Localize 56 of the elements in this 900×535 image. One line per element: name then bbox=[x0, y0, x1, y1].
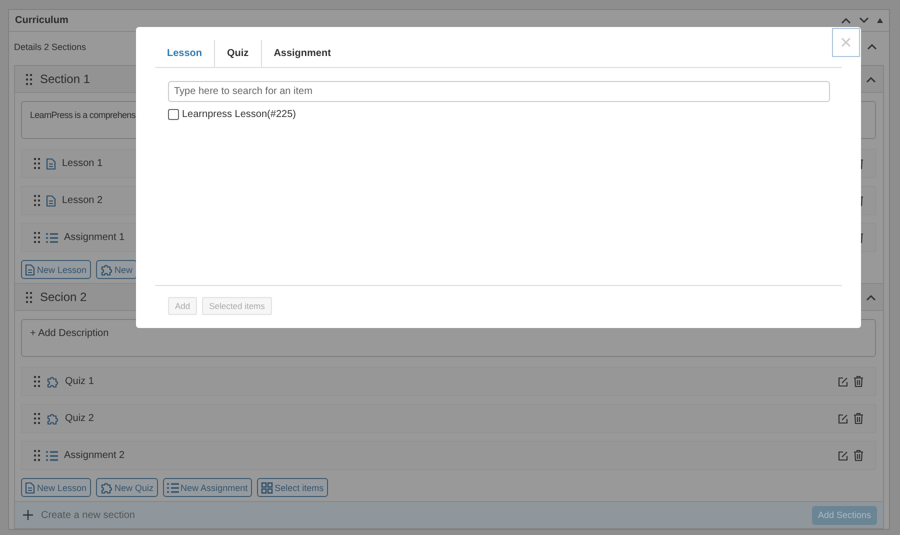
edit-icon[interactable] bbox=[838, 450, 848, 460]
drag-handle-icon[interactable] bbox=[34, 195, 40, 206]
triangle-up-icon[interactable] bbox=[877, 18, 883, 24]
list-icon bbox=[46, 450, 58, 460]
drag-handle-icon[interactable] bbox=[34, 413, 40, 424]
sections-summary: Details 2 Sections bbox=[14, 42, 86, 52]
trash-icon[interactable] bbox=[854, 450, 863, 461]
chevron-down-icon[interactable] bbox=[859, 17, 869, 24]
item-title[interactable]: Quiz 1 bbox=[65, 376, 94, 387]
document-icon bbox=[25, 264, 35, 276]
drag-handle-icon[interactable] bbox=[34, 376, 40, 387]
document-icon bbox=[46, 158, 56, 170]
section-title[interactable]: Section 1 bbox=[40, 72, 90, 86]
tab[interactable]: Assignment bbox=[262, 40, 343, 67]
add-item-button[interactable]: New Lesson bbox=[21, 478, 91, 497]
plus-icon bbox=[23, 510, 33, 520]
chevron-up-icon[interactable] bbox=[841, 17, 851, 24]
item-title[interactable]: Lesson 2 bbox=[62, 195, 103, 206]
drag-handle-icon[interactable] bbox=[34, 450, 40, 461]
search-field[interactable]: Type here to search for an item bbox=[168, 81, 830, 102]
item-title[interactable]: Assignment 1 bbox=[64, 232, 125, 243]
add-item-button[interactable]: New Quiz bbox=[96, 478, 158, 497]
section-title[interactable]: Secion 2 bbox=[40, 290, 87, 304]
document-icon bbox=[46, 194, 56, 206]
tab[interactable]: Lesson bbox=[155, 40, 216, 67]
add-item-button[interactable]: New bbox=[96, 260, 137, 279]
result-label[interactable]: Learnpress Lesson(#225) bbox=[182, 109, 296, 120]
document-icon bbox=[25, 482, 35, 494]
drag-handle-icon[interactable] bbox=[34, 158, 40, 169]
puzzle-icon bbox=[100, 481, 113, 494]
edit-icon[interactable] bbox=[838, 376, 848, 386]
checkbox[interactable] bbox=[168, 109, 179, 120]
list-icon bbox=[46, 232, 58, 242]
puzzle-icon bbox=[46, 375, 59, 388]
list-icon bbox=[166, 482, 179, 492]
add-item-button[interactable]: New Assignment bbox=[162, 478, 252, 497]
chevron-up-icon[interactable] bbox=[866, 294, 876, 300]
puzzle-icon bbox=[46, 412, 59, 425]
add-item-button[interactable]: Select items bbox=[256, 478, 328, 497]
add-item-button[interactable]: New Lesson bbox=[21, 260, 91, 279]
puzzle-icon bbox=[100, 263, 113, 276]
trash-icon[interactable] bbox=[854, 413, 863, 424]
edit-icon[interactable] bbox=[838, 414, 848, 424]
item-title[interactable]: Lesson 1 bbox=[62, 158, 103, 169]
drag-handle-icon[interactable] bbox=[26, 74, 32, 84]
drag-handle-icon[interactable] bbox=[34, 232, 40, 243]
panel-title: Curriculum bbox=[15, 15, 68, 26]
grid-icon bbox=[260, 482, 273, 494]
item-title[interactable]: Assignment 2 bbox=[64, 450, 125, 461]
trash-icon[interactable] bbox=[854, 376, 863, 387]
tab[interactable]: Quiz bbox=[215, 40, 262, 67]
chevron-up-icon[interactable] bbox=[867, 43, 877, 50]
drag-handle-icon[interactable] bbox=[26, 292, 32, 302]
item-title[interactable]: Quiz 2 bbox=[65, 413, 94, 424]
new-section-field[interactable]: Create a new section bbox=[41, 510, 804, 520]
chevron-up-icon[interactable] bbox=[866, 76, 876, 82]
